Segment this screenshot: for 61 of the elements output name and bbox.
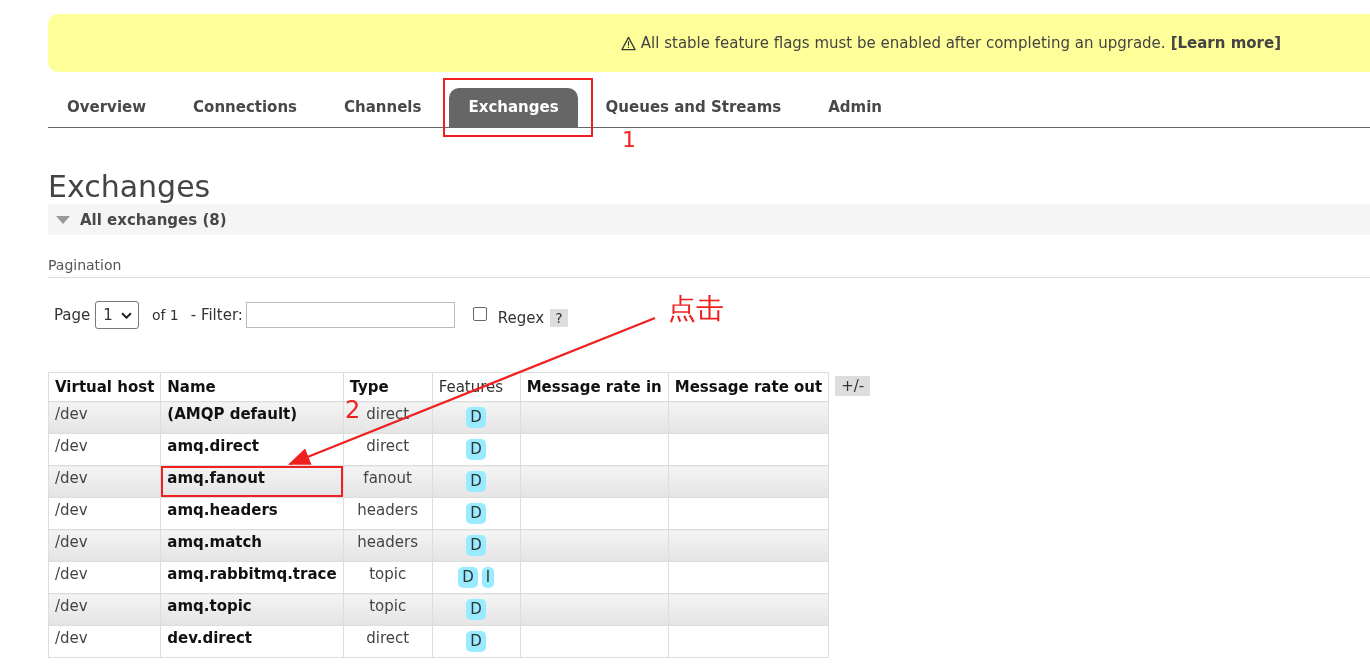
table-cell: /dev [48,433,161,466]
feature-badge: D [466,503,486,524]
exchange-name-link[interactable]: amq.topic [160,593,344,626]
page-count: of 1 [151,307,179,323]
table-cell: /dev [48,561,161,594]
nav-tab[interactable]: Connections [174,88,317,127]
table-cell: topic [343,593,433,626]
feature-badge: D [466,471,486,492]
table-cell: direct [343,433,433,466]
step-number: 1 [622,129,636,151]
chevron-down-icon [120,311,132,319]
warning-icon [620,35,636,51]
feature-badge: D [466,407,486,428]
table-cell: direct [343,625,433,658]
feature-badge: D [466,599,486,620]
exchange-name-link[interactable]: amq.headers [160,497,344,530]
learn-more-link[interactable]: [Learn more] [1170,34,1281,52]
feature-badge: D [466,631,486,652]
exchange-name-link[interactable]: (AMQP default) [160,401,344,434]
nav-tab[interactable]: Overview [48,88,166,127]
table-cell: fanout [343,465,433,498]
table-cell: /dev [48,625,161,658]
filter-label: - Filter: [190,306,243,324]
exchange-name-link[interactable]: amq.rabbitmq.trace [160,561,344,594]
annotation-note: 点击 [668,291,724,327]
regex-label: Regex [497,309,545,327]
feature-badge: D [466,535,486,556]
section-header[interactable]: All exchanges (8) [48,204,1370,235]
banner-message: All stable feature flags must be enabled after completing an upgrade. [640,34,1166,52]
feature-badge: D [458,567,478,588]
column-header: Name [160,372,344,402]
column-header: Message rate out [668,372,829,402]
nav-tab[interactable]: Exchanges [449,88,578,127]
nav-tab[interactable]: Admin [809,88,901,127]
feature-badge: D [466,439,486,460]
feature-badge: I [481,567,495,588]
section-title: All exchanges (8) [80,210,227,229]
table-cell: topic [343,561,433,594]
exchange-name-link[interactable]: dev.direct [160,625,344,658]
nav-tab[interactable]: Channels [325,88,441,127]
table-cell: headers [343,529,433,562]
exchange-name-link[interactable]: amq.match [160,529,344,562]
page-select[interactable]: 1 [95,301,139,329]
exchange-name-link[interactable]: amq.direct [160,433,344,466]
table-cell: /dev [48,465,161,498]
regex-checkbox[interactable] [472,307,487,321]
exchange-name-link[interactable]: amq.fanout [160,465,344,498]
table-cell: /dev [48,497,161,530]
help-button[interactable]: ? [550,309,568,327]
column-header: Virtual host [48,372,161,402]
table-cell: /dev [48,401,161,434]
table-cell: /dev [48,593,161,626]
nav-tab[interactable]: Queues and Streams [586,88,801,127]
columns-toggle-button[interactable]: +/- [835,376,871,396]
page-label: Page [54,306,91,324]
pagination-title: Pagination [48,257,1370,278]
table-cell: headers [343,497,433,530]
table-cell: /dev [48,529,161,562]
column-header: Message rate in [520,372,669,402]
filter-field[interactable] [245,302,455,328]
page-heading: Exchanges [48,170,212,204]
